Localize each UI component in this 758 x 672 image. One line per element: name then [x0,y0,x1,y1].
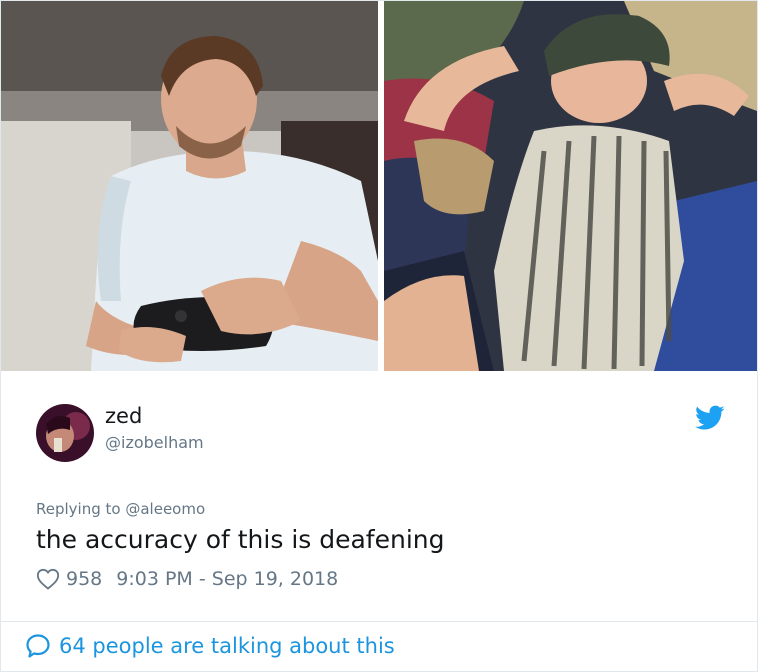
photo-grid [1,1,757,371]
heart-icon[interactable] [36,568,60,590]
divider [1,621,757,622]
right-photo[interactable] [384,1,757,371]
left-photo[interactable] [1,1,378,371]
woman-napping-image [384,1,757,371]
man-gaming-image [1,1,378,371]
conversation-label: 64 people are talking about this [59,634,395,658]
tweet-meta: 958 9:03 PM - Sep 19, 2018 [36,566,338,592]
display-name[interactable]: zed [105,404,142,428]
tweet-card: zed @izobelham Replying to @aleeomo the … [0,0,758,672]
timestamp-link[interactable]: 9:03 PM - Sep 19, 2018 [116,568,338,590]
tweet-text: the accuracy of this is deafening [36,525,445,554]
conversation-link[interactable]: 64 people are talking about this [25,631,395,661]
avatar-image [36,404,94,462]
reply-context: Replying to @aleeomo [36,500,205,518]
twitter-bird-icon[interactable] [695,405,725,431]
speech-bubble-icon [26,634,50,658]
like-count[interactable]: 958 [66,568,102,590]
reply-prefix: Replying to [36,500,121,518]
reply-mention-link[interactable]: @aleeomo [125,500,205,518]
avatar[interactable] [36,404,94,462]
user-handle[interactable]: @izobelham [105,433,204,452]
